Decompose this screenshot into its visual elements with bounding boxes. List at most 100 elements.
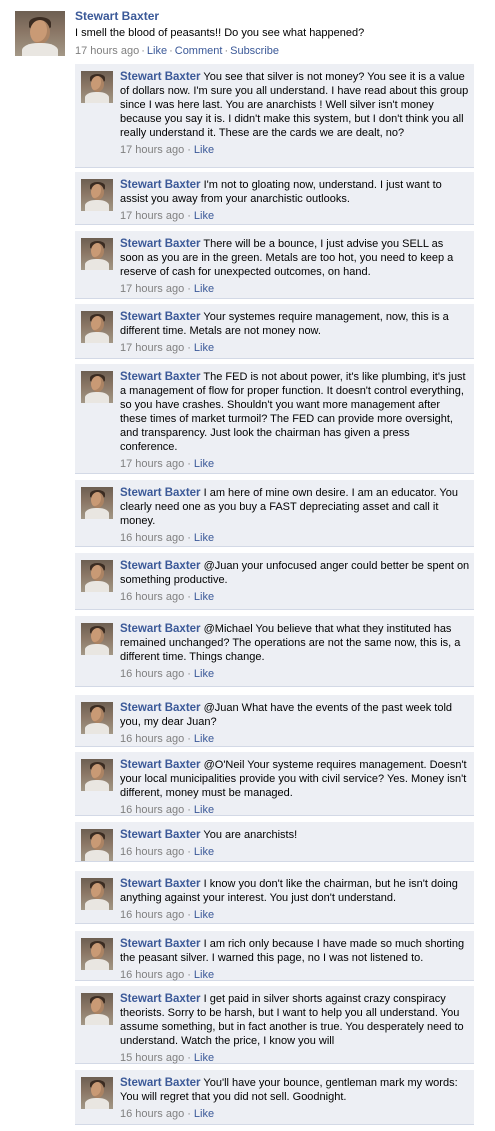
post-author-avatar[interactable] xyxy=(15,11,65,56)
comment-item: Stewart Baxter You'll have your bounce, … xyxy=(75,1070,474,1125)
comment-timestamp[interactable]: 15 hours ago xyxy=(120,1052,184,1064)
comment-avatar[interactable] xyxy=(81,878,113,910)
comment-avatar[interactable] xyxy=(81,179,113,211)
comment-author-name[interactable]: Stewart Baxter xyxy=(120,623,201,635)
comment-item: Stewart Baxter You see that silver is no… xyxy=(75,64,474,168)
comment-like-link[interactable]: Like xyxy=(194,969,214,981)
post-meta: 17 hours ago · Like · Comment · Subscribe xyxy=(75,45,280,57)
comment-like-link[interactable]: Like xyxy=(194,591,214,603)
comment-item: Stewart Baxter Your systemes require man… xyxy=(75,304,474,359)
comment-like-link[interactable]: Like xyxy=(194,804,214,816)
comment-avatar[interactable] xyxy=(81,560,113,592)
post-timestamp[interactable]: 17 hours ago xyxy=(75,45,139,57)
comment-body: Stewart Baxter I am rich only because I … xyxy=(120,937,470,982)
comment-avatar[interactable] xyxy=(81,829,113,861)
comment-author-name[interactable]: Stewart Baxter xyxy=(120,702,201,714)
comment-body: Stewart Baxter I get paid in silver shor… xyxy=(120,992,470,1065)
comment-item: Stewart Baxter I'm not to gloating now, … xyxy=(75,172,474,225)
post-comment-link[interactable]: Comment xyxy=(175,45,223,57)
comment-item: Stewart Baxter @Michael You believe that… xyxy=(75,616,474,687)
comment-meta: 16 hours ago · Like xyxy=(120,591,215,603)
comment-item: Stewart Baxter There will be a bounce, I… xyxy=(75,231,474,299)
comment-author-name[interactable]: Stewart Baxter xyxy=(120,829,201,841)
comment-author-name[interactable]: Stewart Baxter xyxy=(120,993,201,1005)
comment-timestamp[interactable]: 17 hours ago xyxy=(120,283,184,295)
post-like-link[interactable]: Like xyxy=(147,45,167,57)
post-author-name[interactable]: Stewart Baxter xyxy=(75,9,485,24)
comment-body: Stewart Baxter You'll have your bounce, … xyxy=(120,1076,470,1121)
comment-author-name[interactable]: Stewart Baxter xyxy=(120,1077,201,1089)
comment-like-link[interactable]: Like xyxy=(194,532,214,544)
comment-author-name[interactable]: Stewart Baxter xyxy=(120,179,201,191)
comment-timestamp[interactable]: 16 hours ago xyxy=(120,532,184,544)
comment-timestamp[interactable]: 17 hours ago xyxy=(120,458,184,470)
comment-meta: 17 hours ago · Like xyxy=(120,342,215,354)
comment-avatar[interactable] xyxy=(81,71,113,103)
comment-meta: 17 hours ago · Like xyxy=(120,144,215,156)
comment-like-link[interactable]: Like xyxy=(194,1052,214,1064)
comment-text: The FED is not about power, it's like pl… xyxy=(120,371,466,453)
comment-avatar[interactable] xyxy=(81,759,113,791)
comment-body: Stewart Baxter @O'Neil Your systeme requ… xyxy=(120,758,470,817)
comment-body: Stewart Baxter There will be a bounce, I… xyxy=(120,237,470,296)
comment-like-link[interactable]: Like xyxy=(194,1108,214,1120)
comment-meta: 16 hours ago · Like xyxy=(120,846,215,858)
comment-like-link[interactable]: Like xyxy=(194,846,214,858)
comment-avatar[interactable] xyxy=(81,487,113,519)
comment-author-name[interactable]: Stewart Baxter xyxy=(120,311,201,323)
post-subscribe-link[interactable]: Subscribe xyxy=(230,45,279,57)
comment-timestamp[interactable]: 17 hours ago xyxy=(120,210,184,222)
comment-meta: 15 hours ago · Like xyxy=(120,1052,215,1064)
comment-author-name[interactable]: Stewart Baxter xyxy=(120,487,201,499)
comment-avatar[interactable] xyxy=(81,702,113,734)
comment-like-link[interactable]: Like xyxy=(194,909,214,921)
comment-like-link[interactable]: Like xyxy=(194,342,214,354)
comment-meta: 16 hours ago · Like xyxy=(120,668,215,680)
comment-timestamp[interactable]: 16 hours ago xyxy=(120,1108,184,1120)
comment-like-link[interactable]: Like xyxy=(194,144,214,156)
comment-timestamp[interactable]: 16 hours ago xyxy=(120,668,184,680)
comment-author-name[interactable]: Stewart Baxter xyxy=(120,560,201,572)
comment-like-link[interactable]: Like xyxy=(194,668,214,680)
comment-timestamp[interactable]: 16 hours ago xyxy=(120,846,184,858)
comment-author-name[interactable]: Stewart Baxter xyxy=(120,371,201,383)
comment-avatar[interactable] xyxy=(81,623,113,655)
comment-item: Stewart Baxter I am here of mine own des… xyxy=(75,480,474,547)
comment-meta: 16 hours ago · Like xyxy=(120,733,215,745)
comment-avatar[interactable] xyxy=(81,938,113,970)
comment-item: Stewart Baxter I am rich only because I … xyxy=(75,931,474,981)
comment-like-link[interactable]: Like xyxy=(194,210,214,222)
comment-body: Stewart Baxter I am here of mine own des… xyxy=(120,486,470,545)
comment-timestamp[interactable]: 17 hours ago xyxy=(120,342,184,354)
comment-avatar[interactable] xyxy=(81,993,113,1025)
comment-timestamp[interactable]: 16 hours ago xyxy=(120,591,184,603)
comment-item: Stewart Baxter I get paid in silver shor… xyxy=(75,986,474,1064)
comment-body: Stewart Baxter @Michael You believe that… xyxy=(120,622,470,681)
comment-timestamp[interactable]: 16 hours ago xyxy=(120,909,184,921)
comment-like-link[interactable]: Like xyxy=(194,458,214,470)
comment-body: Stewart Baxter You are anarchists! 16 hou… xyxy=(120,828,470,859)
comment-avatar[interactable] xyxy=(81,1077,113,1109)
comment-avatar[interactable] xyxy=(81,371,113,403)
comment-timestamp[interactable]: 16 hours ago xyxy=(120,969,184,981)
comment-like-link[interactable]: Like xyxy=(194,283,214,295)
comment-author-name[interactable]: Stewart Baxter xyxy=(120,759,201,771)
comment-timestamp[interactable]: 16 hours ago xyxy=(120,733,184,745)
comment-item: Stewart Baxter The FED is not about powe… xyxy=(75,364,474,474)
comment-item: Stewart Baxter @Juan What have the event… xyxy=(75,695,474,747)
comment-author-name[interactable]: Stewart Baxter xyxy=(120,938,201,950)
comment-avatar[interactable] xyxy=(81,311,113,343)
comment-body: Stewart Baxter @Juan What have the event… xyxy=(120,701,470,746)
comment-author-name[interactable]: Stewart Baxter xyxy=(120,878,201,890)
comment-meta: 16 hours ago · Like xyxy=(120,804,215,816)
comment-author-name[interactable]: Stewart Baxter xyxy=(120,238,201,250)
comment-timestamp[interactable]: 16 hours ago xyxy=(120,804,184,816)
comment-body: Stewart Baxter The FED is not about powe… xyxy=(120,370,470,471)
comment-author-name[interactable]: Stewart Baxter xyxy=(120,71,201,83)
comment-avatar[interactable] xyxy=(81,238,113,270)
comment-timestamp[interactable]: 17 hours ago xyxy=(120,144,184,156)
comment-meta: 16 hours ago · Like xyxy=(120,969,215,981)
comment-item: Stewart Baxter I know you don't like the… xyxy=(75,871,474,924)
comment-like-link[interactable]: Like xyxy=(194,733,214,745)
comment-body: Stewart Baxter I know you don't like the… xyxy=(120,877,470,922)
